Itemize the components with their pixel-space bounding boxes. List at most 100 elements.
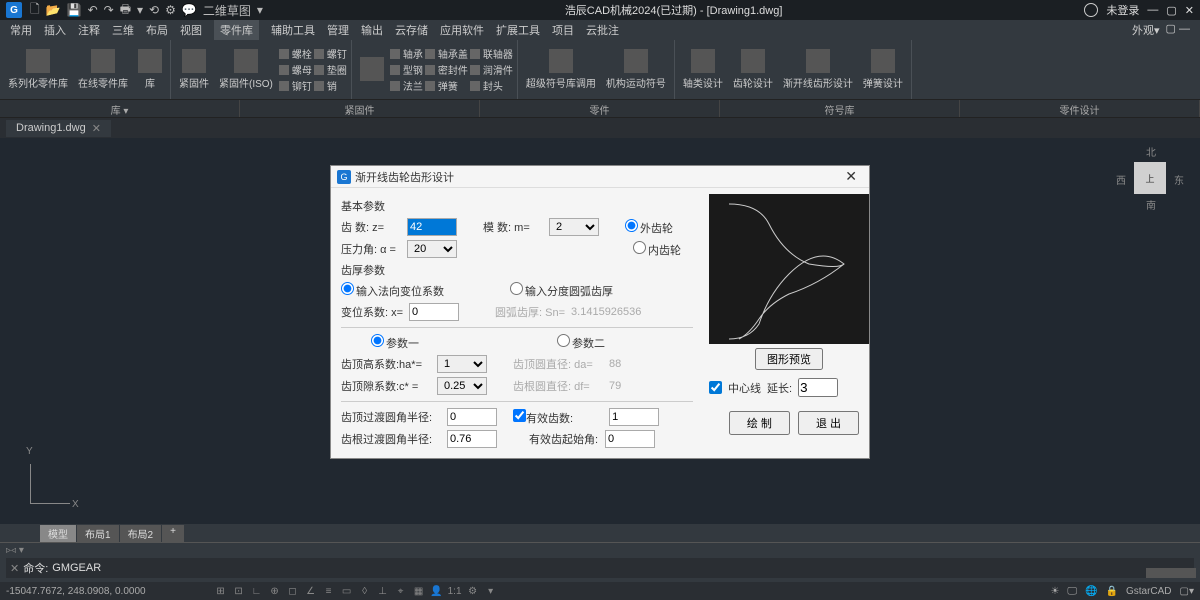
ribbon-btn[interactable] bbox=[356, 55, 388, 85]
status-icon[interactable]: ⚙ bbox=[466, 584, 480, 598]
ribbon-btn[interactable]: 机构运动符号 bbox=[602, 47, 670, 92]
layout-tab-add[interactable]: + bbox=[162, 525, 184, 542]
qat-undo-icon[interactable]: ↶ bbox=[88, 3, 98, 17]
file-tab[interactable]: Drawing1.dwg ✕ bbox=[6, 120, 111, 137]
qat-print-icon[interactable]: 🖶 bbox=[120, 0, 131, 21]
menu-item[interactable]: 输出 bbox=[361, 22, 383, 38]
status-icon[interactable]: 👤 bbox=[430, 584, 444, 598]
ribbon-small[interactable]: 轴承盖 bbox=[425, 46, 468, 61]
eff-teeth-check[interactable] bbox=[513, 409, 526, 422]
menu-item[interactable]: 管理 bbox=[327, 22, 349, 38]
qat-open-icon[interactable]: 📂 bbox=[46, 3, 61, 17]
ribbon-small[interactable]: 封头 bbox=[470, 78, 513, 93]
qat-share-icon[interactable]: ⟲ bbox=[149, 3, 159, 17]
status-icon[interactable]: ◊ bbox=[358, 584, 372, 598]
menu-item[interactable]: 辅助工具 bbox=[271, 22, 315, 38]
status-expand-icon[interactable]: ▢▾ bbox=[1180, 586, 1194, 597]
status-monitor-icon[interactable]: 🖵 bbox=[1067, 586, 1077, 597]
shift-input[interactable] bbox=[409, 303, 459, 321]
ribbon-btn[interactable]: 渐开线齿形设计 bbox=[779, 47, 857, 92]
qat-new-icon[interactable]: 🗋 bbox=[30, 0, 40, 21]
input-arc-radio[interactable] bbox=[510, 282, 523, 295]
ribbon-small[interactable]: 法兰 bbox=[390, 78, 423, 93]
ortho-icon[interactable]: ∟ bbox=[250, 584, 264, 598]
eff-start-input[interactable] bbox=[605, 430, 655, 448]
otrack-icon[interactable]: ∠ bbox=[304, 584, 318, 598]
viewcube-south[interactable]: 南 bbox=[1146, 197, 1156, 212]
viewcube[interactable]: 上 北 南 东 西 bbox=[1120, 148, 1180, 208]
menu-item[interactable]: 应用软件 bbox=[440, 22, 484, 38]
status-icon[interactable]: ▦ bbox=[412, 584, 426, 598]
c-select[interactable]: 0.25 bbox=[437, 377, 487, 395]
ribbon-btn[interactable]: 轴类设计 bbox=[679, 47, 727, 92]
minimize-icon[interactable]: — bbox=[1147, 4, 1158, 16]
close-tab-icon[interactable]: ✕ bbox=[92, 122, 101, 135]
ribbon-small[interactable]: 密封件 bbox=[425, 62, 468, 77]
layout-tab-model[interactable]: 模型 bbox=[40, 525, 76, 542]
status-lock-icon[interactable]: 🔒 bbox=[1106, 586, 1118, 597]
layout-tab[interactable]: 布局1 bbox=[77, 525, 119, 542]
external-gear-radio[interactable] bbox=[625, 219, 638, 232]
polar-icon[interactable]: ⊕ bbox=[268, 584, 282, 598]
menu-item[interactable]: 云批注 bbox=[586, 22, 619, 38]
cmd-close-icon[interactable]: ✕ bbox=[10, 562, 19, 575]
viewcube-top[interactable]: 上 bbox=[1134, 162, 1166, 194]
snap-icon[interactable]: ⊡ bbox=[232, 584, 246, 598]
dialog-close-icon[interactable]: ✕ bbox=[839, 168, 863, 185]
status-sun-icon[interactable]: ☀ bbox=[1050, 586, 1059, 597]
menu-item[interactable]: 项目 bbox=[552, 22, 574, 38]
menu-item[interactable]: 注释 bbox=[78, 22, 100, 38]
scale-label[interactable]: 1:1 bbox=[448, 584, 462, 598]
appearance-dropdown[interactable]: 外观▾ bbox=[1132, 22, 1160, 38]
dyn-icon[interactable]: ▭ bbox=[340, 584, 354, 598]
eff-teeth-input[interactable] bbox=[609, 408, 659, 426]
viewcube-west[interactable]: 西 bbox=[1116, 172, 1126, 187]
preview-button[interactable]: 图形预览 bbox=[755, 348, 823, 370]
ribbon-small[interactable]: 销 bbox=[314, 78, 347, 93]
cmd-scrollbar[interactable] bbox=[1146, 568, 1196, 578]
osnap-icon[interactable]: ◻ bbox=[286, 584, 300, 598]
cmd-input-row[interactable]: ✕ 命令: GMGEAR bbox=[6, 558, 1194, 578]
ha-select[interactable]: 1 bbox=[437, 355, 487, 373]
ribbon-btn[interactable]: 系列化零件库 bbox=[4, 47, 72, 92]
layout-tab[interactable]: 布局2 bbox=[120, 525, 162, 542]
param1-radio[interactable] bbox=[371, 334, 384, 347]
ribbon-small[interactable]: 铆钉 bbox=[279, 78, 312, 93]
status-icon[interactable]: ⌖ bbox=[394, 584, 408, 598]
input-shift-radio[interactable] bbox=[341, 282, 354, 295]
ribbon-btn[interactable]: 齿轮设计 bbox=[729, 47, 777, 92]
menu-item[interactable]: 布局 bbox=[146, 22, 168, 38]
root-fillet-input[interactable] bbox=[447, 430, 497, 448]
ribbon-small[interactable]: 型钢 bbox=[390, 62, 423, 77]
pressure-select[interactable]: 20 bbox=[407, 240, 457, 258]
ribbon-small[interactable]: 螺母 bbox=[279, 62, 312, 77]
dialog-titlebar[interactable]: G 渐开线齿轮齿形设计 ✕ bbox=[331, 166, 869, 188]
ribbon-btn[interactable]: 紧固件(ISO) bbox=[215, 47, 277, 92]
ribbon-small[interactable]: 轴承 bbox=[390, 46, 423, 61]
ribbon-btn[interactable]: 紧固件 bbox=[175, 47, 213, 92]
maximize-icon[interactable]: ▢ bbox=[1166, 4, 1176, 17]
teeth-input[interactable] bbox=[407, 218, 457, 236]
ribbon-btn[interactable]: 超级符号库调用 bbox=[522, 47, 600, 92]
qat-comment-icon[interactable]: 💬 bbox=[182, 3, 197, 17]
ribbon-small[interactable]: 润滑件 bbox=[470, 62, 513, 77]
extend-input[interactable] bbox=[798, 378, 838, 397]
menu-item[interactable]: 常用 bbox=[10, 22, 32, 38]
qat-redo-icon[interactable]: ↷ bbox=[104, 3, 114, 17]
viewcube-north[interactable]: 北 bbox=[1146, 144, 1156, 159]
ribbon-btn[interactable]: 在线零件库 bbox=[74, 47, 132, 92]
menu-item-active[interactable]: 零件库 bbox=[214, 20, 259, 40]
module-select[interactable]: 2 bbox=[549, 218, 599, 236]
status-globe-icon[interactable]: 🌐 bbox=[1085, 586, 1097, 597]
draw-button[interactable]: 绘 制 bbox=[729, 411, 790, 435]
status-icon[interactable]: ▾ bbox=[484, 584, 498, 598]
menu-item[interactable]: 云存储 bbox=[395, 22, 428, 38]
close-icon[interactable]: ✕ bbox=[1185, 4, 1194, 17]
menu-item[interactable]: 三维 bbox=[112, 22, 134, 38]
grid-icon[interactable]: ⊞ bbox=[214, 584, 228, 598]
exit-button[interactable]: 退 出 bbox=[798, 411, 859, 435]
ribbon-small[interactable]: 垫圈 bbox=[314, 62, 347, 77]
menu-min-icon[interactable]: ▢ — bbox=[1166, 22, 1190, 38]
ribbon-small[interactable]: 螺钉 bbox=[314, 46, 347, 61]
viewcube-east[interactable]: 东 bbox=[1174, 172, 1184, 187]
